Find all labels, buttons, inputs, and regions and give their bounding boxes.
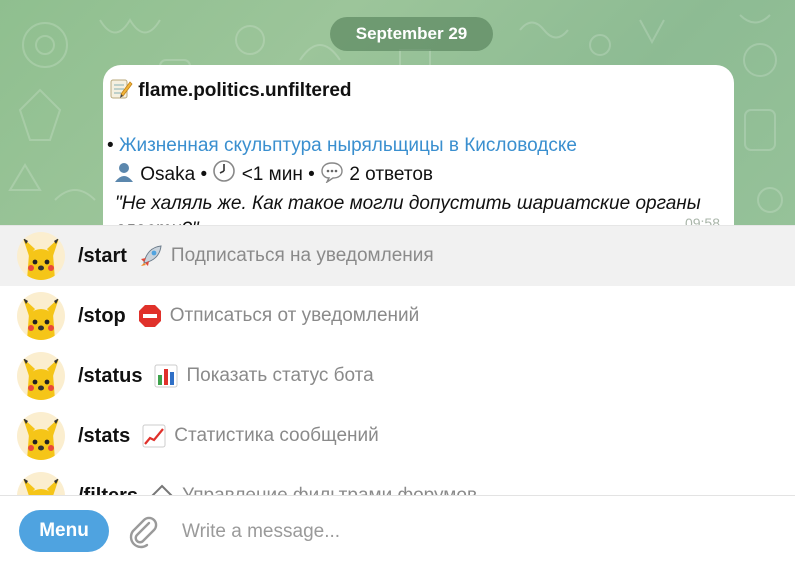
- separator: •: [200, 164, 208, 185]
- thread-link[interactable]: Жизненная скульптура ныряльщицы в Кислов…: [119, 135, 577, 156]
- command-item-stop[interactable]: /stop Отписаться от уведомлений: [0, 286, 795, 346]
- message-composer: Menu: [0, 495, 795, 566]
- channel-title: flame.politics.unfiltered: [138, 80, 352, 101]
- reply-count: 2 ответов: [349, 164, 433, 185]
- speech-bubble-icon: [320, 161, 344, 191]
- bot-avatar: [17, 472, 65, 496]
- message-bubble[interactable]: flame.politics.unfiltered • Жизненная ск…: [103, 65, 734, 225]
- bot-avatar: [17, 292, 65, 340]
- rocket-icon: [138, 243, 164, 269]
- command-suggestions: /start Подписаться на уведомления /stop: [0, 225, 795, 496]
- stop-sign-icon: [137, 303, 163, 329]
- command-name: /stop: [78, 304, 126, 327]
- command-description: Подписаться на уведомления: [170, 245, 434, 266]
- bot-avatar: [17, 352, 65, 400]
- memo-icon: [109, 77, 133, 107]
- command-item-filters[interactable]: /filters Управление фильтрами форумов: [0, 466, 795, 496]
- command-description: Показать статус бота: [186, 365, 374, 386]
- message-time: 09:58: [684, 215, 720, 225]
- author-name: Osaka: [140, 164, 196, 185]
- user-silhouette-icon: [113, 161, 135, 191]
- bullet: •: [107, 135, 114, 156]
- bot-avatar: [17, 232, 65, 280]
- quoted-text: "Не халяль же. Как такое могли допустить…: [115, 193, 701, 225]
- chart-increasing-icon: [141, 423, 167, 449]
- command-description: Статистика сообщений: [174, 425, 379, 446]
- command-description: Отписаться от уведомлений: [169, 305, 420, 326]
- command-name: /stats: [78, 424, 131, 447]
- read-duration: <1 мин: [241, 164, 303, 185]
- command-name: /status: [78, 364, 143, 387]
- message-input[interactable]: [180, 514, 764, 550]
- command-item-status[interactable]: /status Показать статус бота: [0, 346, 795, 406]
- clock-icon: [212, 159, 236, 191]
- command-name: /start: [78, 244, 127, 267]
- date-separator: September 29: [330, 17, 493, 51]
- command-item-stats[interactable]: /stats Статистика сообщений: [0, 406, 795, 466]
- command-item-start[interactable]: /start Подписаться на уведомления: [0, 226, 795, 286]
- separator: •: [308, 164, 315, 185]
- paperclip-icon[interactable]: [125, 513, 161, 549]
- chat-background: September 29 flame.politics.unfiltered •…: [0, 0, 795, 225]
- bar-chart-icon: [153, 363, 179, 389]
- menu-button[interactable]: Menu: [19, 510, 109, 552]
- bot-avatar: [17, 412, 65, 460]
